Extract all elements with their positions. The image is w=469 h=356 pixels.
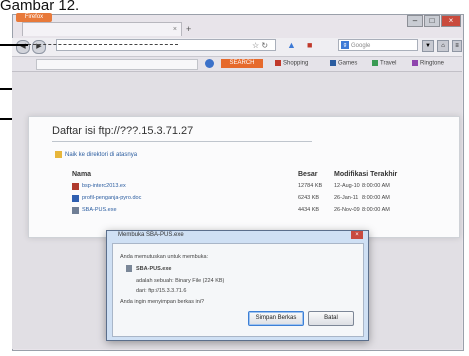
column-header-name: Nama — [72, 171, 92, 178]
annotation-line-1 — [0, 44, 28, 46]
title-divider — [52, 141, 312, 142]
dialog-question: Anda ingin menyimpan berkas ini? — [120, 299, 205, 305]
file-time: 8:00:00 AM — [362, 207, 390, 213]
toolbar-search-field[interactable] — [36, 59, 198, 70]
browser-tab[interactable]: × — [22, 22, 182, 36]
file-time: 8:00:00 AM — [362, 183, 390, 189]
forward-button[interactable]: ▶ — [32, 40, 46, 54]
bookmark-star-icon[interactable]: ☆ — [252, 41, 259, 50]
save-file-button[interactable]: Simpan Berkas — [248, 311, 304, 326]
firefox-menu-button[interactable]: Firefox — [16, 13, 52, 22]
dialog-title: Membuka SBA-PUS.exe — [118, 232, 184, 238]
column-header-size: Besar — [298, 171, 318, 178]
annotation-dash-1 — [28, 44, 178, 45]
dialog-file-type: adalah sebuah: Binary File (224 KB) — [136, 278, 225, 284]
shopping-icon — [275, 60, 281, 66]
file-name-link[interactable]: bsp-interc2013.ex — [82, 183, 126, 189]
dialog-file-icon — [126, 265, 132, 272]
bookmark-item-games[interactable]: Games — [330, 60, 357, 67]
ringtone-icon — [412, 60, 418, 66]
file-icon — [72, 195, 79, 202]
addon-icon[interactable]: ▲ — [287, 40, 296, 50]
cancel-button[interactable]: Batal — [308, 311, 354, 326]
toolbar-search-icon[interactable] — [205, 59, 214, 68]
games-icon — [330, 60, 336, 66]
file-name-link[interactable]: SBA-PUS.exe — [82, 207, 117, 213]
new-tab-button[interactable]: + — [186, 24, 191, 34]
search-input[interactable]: g Google — [338, 39, 418, 51]
dialog-close-button[interactable]: × — [351, 231, 363, 239]
figure-caption: Gambar 12. — [0, 0, 80, 14]
file-size: 12784 KB — [298, 183, 323, 189]
file-date: 26-Jan-11 — [334, 195, 359, 201]
toolbar-search-button[interactable]: SEARCH — [221, 59, 263, 68]
file-name-link[interactable]: profil-penganja-pyro.doc — [82, 195, 141, 201]
folder-up-icon — [55, 151, 62, 158]
page-title: Daftar isi ftp://???.15.3.71.27 — [52, 125, 194, 137]
file-row[interactable]: bsp-interc2013.ex 12784 KB 12-Aug-10 8:0… — [72, 182, 452, 192]
back-button[interactable]: ◀ — [16, 40, 30, 54]
column-header-modified: Modifikasi Terakhir — [334, 171, 398, 178]
file-row[interactable]: profil-penganja-pyro.doc 6243 KB 26-Jan-… — [72, 194, 452, 204]
file-size: 4434 KB — [298, 207, 320, 213]
file-row[interactable]: SBA-PUS.exe 4434 KB 26-Nov-09 8:00:00 AM — [72, 206, 452, 216]
bookmark-item-travel[interactable]: Travel — [372, 60, 396, 67]
window-controls: – □ × — [407, 15, 461, 27]
travel-icon — [372, 60, 378, 66]
downloads-icon[interactable]: ▼ — [422, 40, 434, 52]
url-bar-icons: ☆ ↻ — [252, 41, 268, 50]
bookmark-item-shopping[interactable]: Shopping — [275, 60, 308, 67]
menu-icon[interactable]: ≡ — [452, 40, 462, 52]
minimize-button[interactable]: – — [407, 15, 423, 27]
file-icon — [72, 207, 79, 214]
bookmark-item-ringtone[interactable]: Ringtone — [412, 60, 444, 67]
dialog-file-source: dari: ftp://15.3.3.71.6 — [136, 288, 187, 294]
file-date: 26-Nov-09 — [334, 207, 360, 213]
file-time: 8:00:00 AM — [362, 195, 390, 201]
dialog-file-name: SBA-PUS.exe — [136, 266, 172, 272]
file-size: 6243 KB — [298, 195, 320, 201]
dialog-intro-text: Anda memutuskan untuk membuka: — [120, 254, 209, 260]
file-icon — [72, 183, 79, 190]
search-placeholder: Google — [351, 43, 371, 49]
close-window-button[interactable]: × — [441, 15, 461, 27]
tab-close-icon[interactable]: × — [173, 23, 177, 37]
search-engine-icon[interactable]: g — [341, 41, 349, 49]
url-bar[interactable] — [56, 39, 276, 51]
addon-red-icon[interactable]: ■ — [307, 40, 312, 50]
parent-directory-link[interactable]: Naik ke direktori di atasnya — [55, 151, 137, 158]
file-date: 12-Aug-10 — [334, 183, 360, 189]
maximize-button[interactable]: □ — [424, 15, 440, 27]
reload-icon[interactable]: ↻ — [261, 41, 268, 50]
home-icon[interactable]: ⌂ — [437, 40, 449, 52]
